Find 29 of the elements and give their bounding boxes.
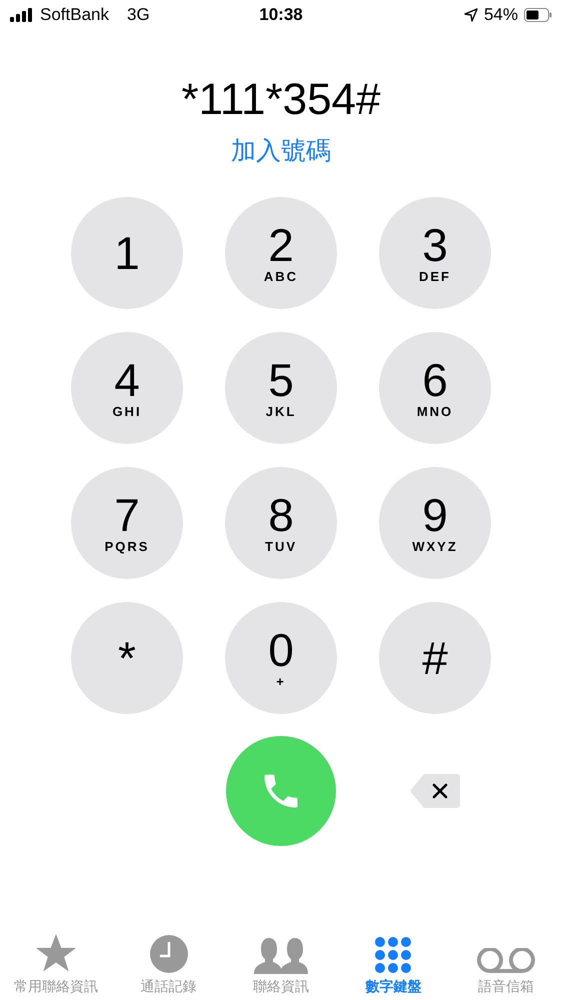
keypad-key[interactable]: 3 DEF	[379, 197, 491, 309]
location-arrow-icon	[464, 8, 478, 22]
backspace-icon	[410, 773, 460, 809]
keypad-key[interactable]: 1	[71, 197, 183, 309]
keypad-icon	[374, 936, 412, 974]
keypad-key[interactable]: 4 GHI	[71, 332, 183, 444]
voicemail-icon	[476, 948, 535, 974]
people-icon	[254, 938, 308, 974]
carrier-name: SoftBank	[40, 5, 109, 25]
tab-bar-item[interactable]: 數字鍵盤	[338, 932, 448, 996]
keypad-key[interactable]: 6 MNO	[379, 332, 491, 444]
delete-button[interactable]	[410, 773, 460, 809]
keypad-key[interactable]: 8 TUV	[225, 467, 337, 579]
keypad-key[interactable]: 7 PQRS	[71, 467, 183, 579]
network-type: 3G	[127, 5, 150, 25]
keypad-key[interactable]: *	[71, 602, 183, 714]
battery-percent: 54%	[484, 5, 518, 25]
clock-icon	[148, 934, 189, 974]
signal-icon	[10, 8, 34, 22]
keypad-key[interactable]: 2 ABC	[225, 197, 337, 309]
keypad-key[interactable]: #	[379, 602, 491, 714]
battery-icon	[524, 8, 552, 22]
keypad-key[interactable]: 5 JKL	[225, 332, 337, 444]
keypad-key[interactable]: 9 WXYZ	[379, 467, 491, 579]
star-icon	[35, 934, 78, 974]
keypad-key[interactable]: 0 +	[225, 602, 337, 714]
status-time: 10:38	[259, 5, 303, 25]
dialed-number: *111*354#	[180, 74, 382, 126]
add-number-link[interactable]: 加入號碼	[231, 134, 331, 167]
